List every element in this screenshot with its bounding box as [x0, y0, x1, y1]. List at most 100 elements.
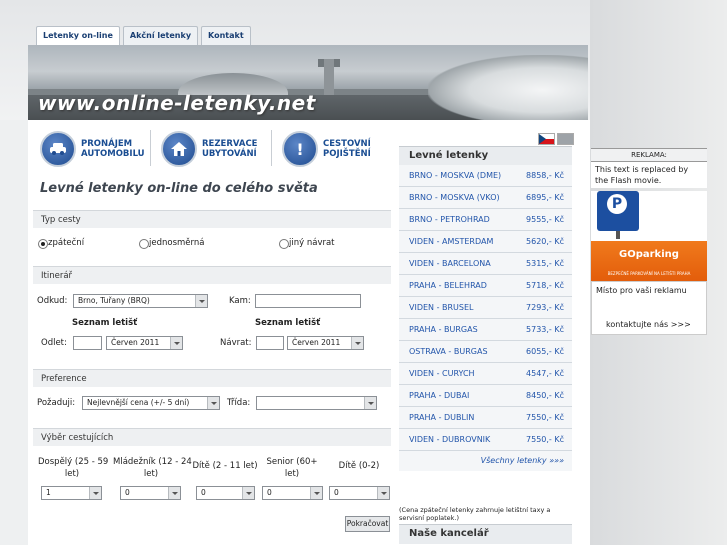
ad-title: REKLAMA: [591, 148, 707, 162]
radio-one-way[interactable] [139, 239, 149, 249]
flight-row[interactable]: PRAHA - DUBLIN 7550,- Kč [399, 407, 572, 429]
pax-youth-select[interactable]: 0 [120, 486, 181, 500]
ad-space-box[interactable]: Místo pro vaši reklamu kontaktujte nás >… [591, 281, 707, 335]
service-car-rental[interactable]: PRONÁJEM AUTOMOBILU [40, 131, 145, 167]
flight-route: BRNO - MOSKVA (DME) [409, 171, 502, 180]
banner-airplane [428, 55, 588, 120]
return-month-value: Červen 2011 [292, 338, 341, 347]
flight-route: PRAHA - DUBLIN [409, 413, 475, 422]
flight-list: BRNO - MOSKVA (DME) 8858,- Kč BRNO - MOSKV… [399, 165, 572, 451]
pax-child-label: Dítě (2 - 11 let) [192, 461, 258, 471]
tab-kontakt[interactable]: Kontakt [201, 26, 251, 46]
flight-route: PRAHA - BELEHRAD [409, 281, 487, 290]
ad-flash-text: This text is replaced by the Flash movie… [591, 162, 707, 188]
all-flights-link[interactable]: Všechny letenky »»» [399, 451, 572, 471]
flight-price: 5620,- Kč [526, 237, 564, 246]
pax-infant-select[interactable]: 0 [329, 486, 390, 500]
service-divider [271, 130, 272, 166]
radio-one-way-label: jednosměrná [149, 238, 205, 248]
pax-senior-select[interactable]: 0 [262, 486, 323, 500]
header-banner: www.online-letenky.net [28, 45, 588, 120]
flight-price: 5733,- Kč [526, 325, 564, 334]
radio-return-trip[interactable] [38, 239, 48, 249]
flight-price: 6895,- Kč [526, 193, 564, 202]
ad-space-text: Místo pro vaši reklamu [596, 286, 687, 295]
page-title: Levné letenky on-line do celého světa [40, 181, 318, 196]
flight-route: VIDEN - BARCELONA [409, 259, 491, 268]
pax-child-select[interactable]: 0 [196, 486, 255, 500]
cheap-flights-title: Levné letenky [399, 146, 572, 165]
flight-price: 5315,- Kč [526, 259, 564, 268]
depart-label: Odlet: [41, 338, 67, 348]
require-select[interactable]: Nejlevnější cena (+/- 5 dní) [82, 396, 220, 410]
flight-row[interactable]: VIDEN - DUBROVNIK 7550,- Kč [399, 429, 572, 451]
pax-youth-label: Mládežník (12 - 24 let) [113, 457, 192, 479]
return-label: Návrat: [220, 338, 252, 348]
service-insurance[interactable]: ! CESTOVNÍ POJIŠTĚNÍ [282, 131, 371, 167]
chevron-down-icon [364, 397, 376, 409]
flight-route: OSTRAVA - BURGAS [409, 347, 488, 356]
goparking-banner[interactable]: GOparking BEZPEČNÉ PARKOVÁNÍ NA LETIŠTI … [591, 241, 707, 281]
section-itinerary: Itinerář [33, 266, 391, 284]
chevron-down-icon [242, 487, 254, 499]
flight-row[interactable]: VIDEN - BRUSEL 7293,- Kč [399, 297, 572, 319]
to-input[interactable] [255, 294, 361, 308]
flight-row[interactable]: BRNO - PETROHRAD 9555,- Kč [399, 209, 572, 231]
flight-row[interactable]: VIDEN - BARCELONA 5315,- Kč [399, 253, 572, 275]
return-day-input[interactable] [256, 336, 284, 350]
flight-price: 7550,- Kč [526, 435, 564, 444]
pax-adult-select[interactable]: 1 [41, 486, 102, 500]
ad-contact-link[interactable]: kontaktujte nás >>> [606, 320, 691, 329]
cheap-flights-panel: Levné letenky BRNO - MOSKVA (DME) 8858,- … [399, 146, 572, 471]
service-car-line2: AUTOMOBILU [81, 149, 145, 159]
our-office-heading: Naše kancelář [399, 524, 572, 544]
flight-price: 4547,- Kč [526, 369, 564, 378]
goparking-subtitle: BEZPEČNÉ PARKOVÁNÍ NA LETIŠTI PRAHA [607, 271, 691, 276]
class-select[interactable] [256, 396, 377, 410]
pax-child-value: 0 [201, 488, 206, 497]
tab-akcni-letenky[interactable]: Akční letenky [122, 26, 199, 46]
chevron-down-icon [351, 337, 363, 349]
flight-row[interactable]: VIDEN - CURYCH 4547,- Kč [399, 363, 572, 385]
flight-row[interactable]: BRNO - MOSKVA (DME) 8858,- Kč [399, 165, 572, 187]
language-switcher [538, 133, 574, 145]
service-accommodation-line1: REZERVACE [202, 139, 258, 149]
left-background [0, 120, 28, 545]
depart-day-input[interactable] [73, 336, 102, 350]
house-icon [161, 131, 197, 167]
depart-month-value: Červen 2011 [111, 338, 160, 347]
flight-route: PRAHA - DUBAI [409, 391, 470, 400]
from-select[interactable]: Brno, Tuřany (BRQ) [73, 294, 208, 308]
ad-column: REKLAMA: This text is replaced by the Fl… [591, 148, 707, 335]
flight-row[interactable]: PRAHA - DUBAI 8450,- Kč [399, 385, 572, 407]
from-select-value: Brno, Tuřany (BRQ) [78, 296, 150, 305]
czech-flag-icon[interactable] [538, 133, 555, 145]
chevron-down-icon [310, 487, 322, 499]
depart-month-select[interactable]: Červen 2011 [106, 336, 183, 350]
flight-price: 8858,- Kč [526, 171, 564, 180]
flight-price: 9555,- Kč [526, 215, 564, 224]
flight-row[interactable]: OSTRAVA - BURGAS 6055,- Kč [399, 341, 572, 363]
car-icon [40, 131, 76, 167]
pax-infant-value: 0 [334, 488, 339, 497]
flight-row[interactable]: VIDEN - AMSTERDAM 5620,- Kč [399, 231, 572, 253]
flight-route: VIDEN - BRUSEL [409, 303, 474, 312]
parking-ad[interactable]: P [591, 191, 707, 241]
return-month-select[interactable]: Červen 2011 [287, 336, 364, 350]
parking-sign-icon: P [597, 191, 639, 231]
flight-row[interactable]: PRAHA - BURGAS 5733,- Kč [399, 319, 572, 341]
uk-flag-icon[interactable] [557, 133, 574, 145]
flight-row[interactable]: PRAHA - BELEHRAD 5718,- Kč [399, 275, 572, 297]
tab-letenky-online[interactable]: Letenky on-line [36, 26, 120, 46]
price-note: (Cena zpáteční letenky zahrnuje letištní… [399, 506, 551, 522]
flight-route: PRAHA - BURGAS [409, 325, 478, 334]
service-accommodation[interactable]: REZERVACE UBYTOVÁNÍ [161, 131, 258, 167]
flight-row[interactable]: BRNO - MOSKVA (VKO) 6895,- Kč [399, 187, 572, 209]
section-passengers: Výběr cestujících [33, 428, 391, 446]
service-accommodation-line2: UBYTOVÁNÍ [202, 149, 257, 159]
radio-open-jaw[interactable] [279, 239, 289, 249]
to-airport-list-link[interactable]: Seznam letišť [255, 318, 320, 328]
continue-button[interactable]: Pokračovat [345, 516, 390, 532]
from-airport-list-link[interactable]: Seznam letišť [72, 318, 137, 328]
chevron-down-icon [170, 337, 182, 349]
